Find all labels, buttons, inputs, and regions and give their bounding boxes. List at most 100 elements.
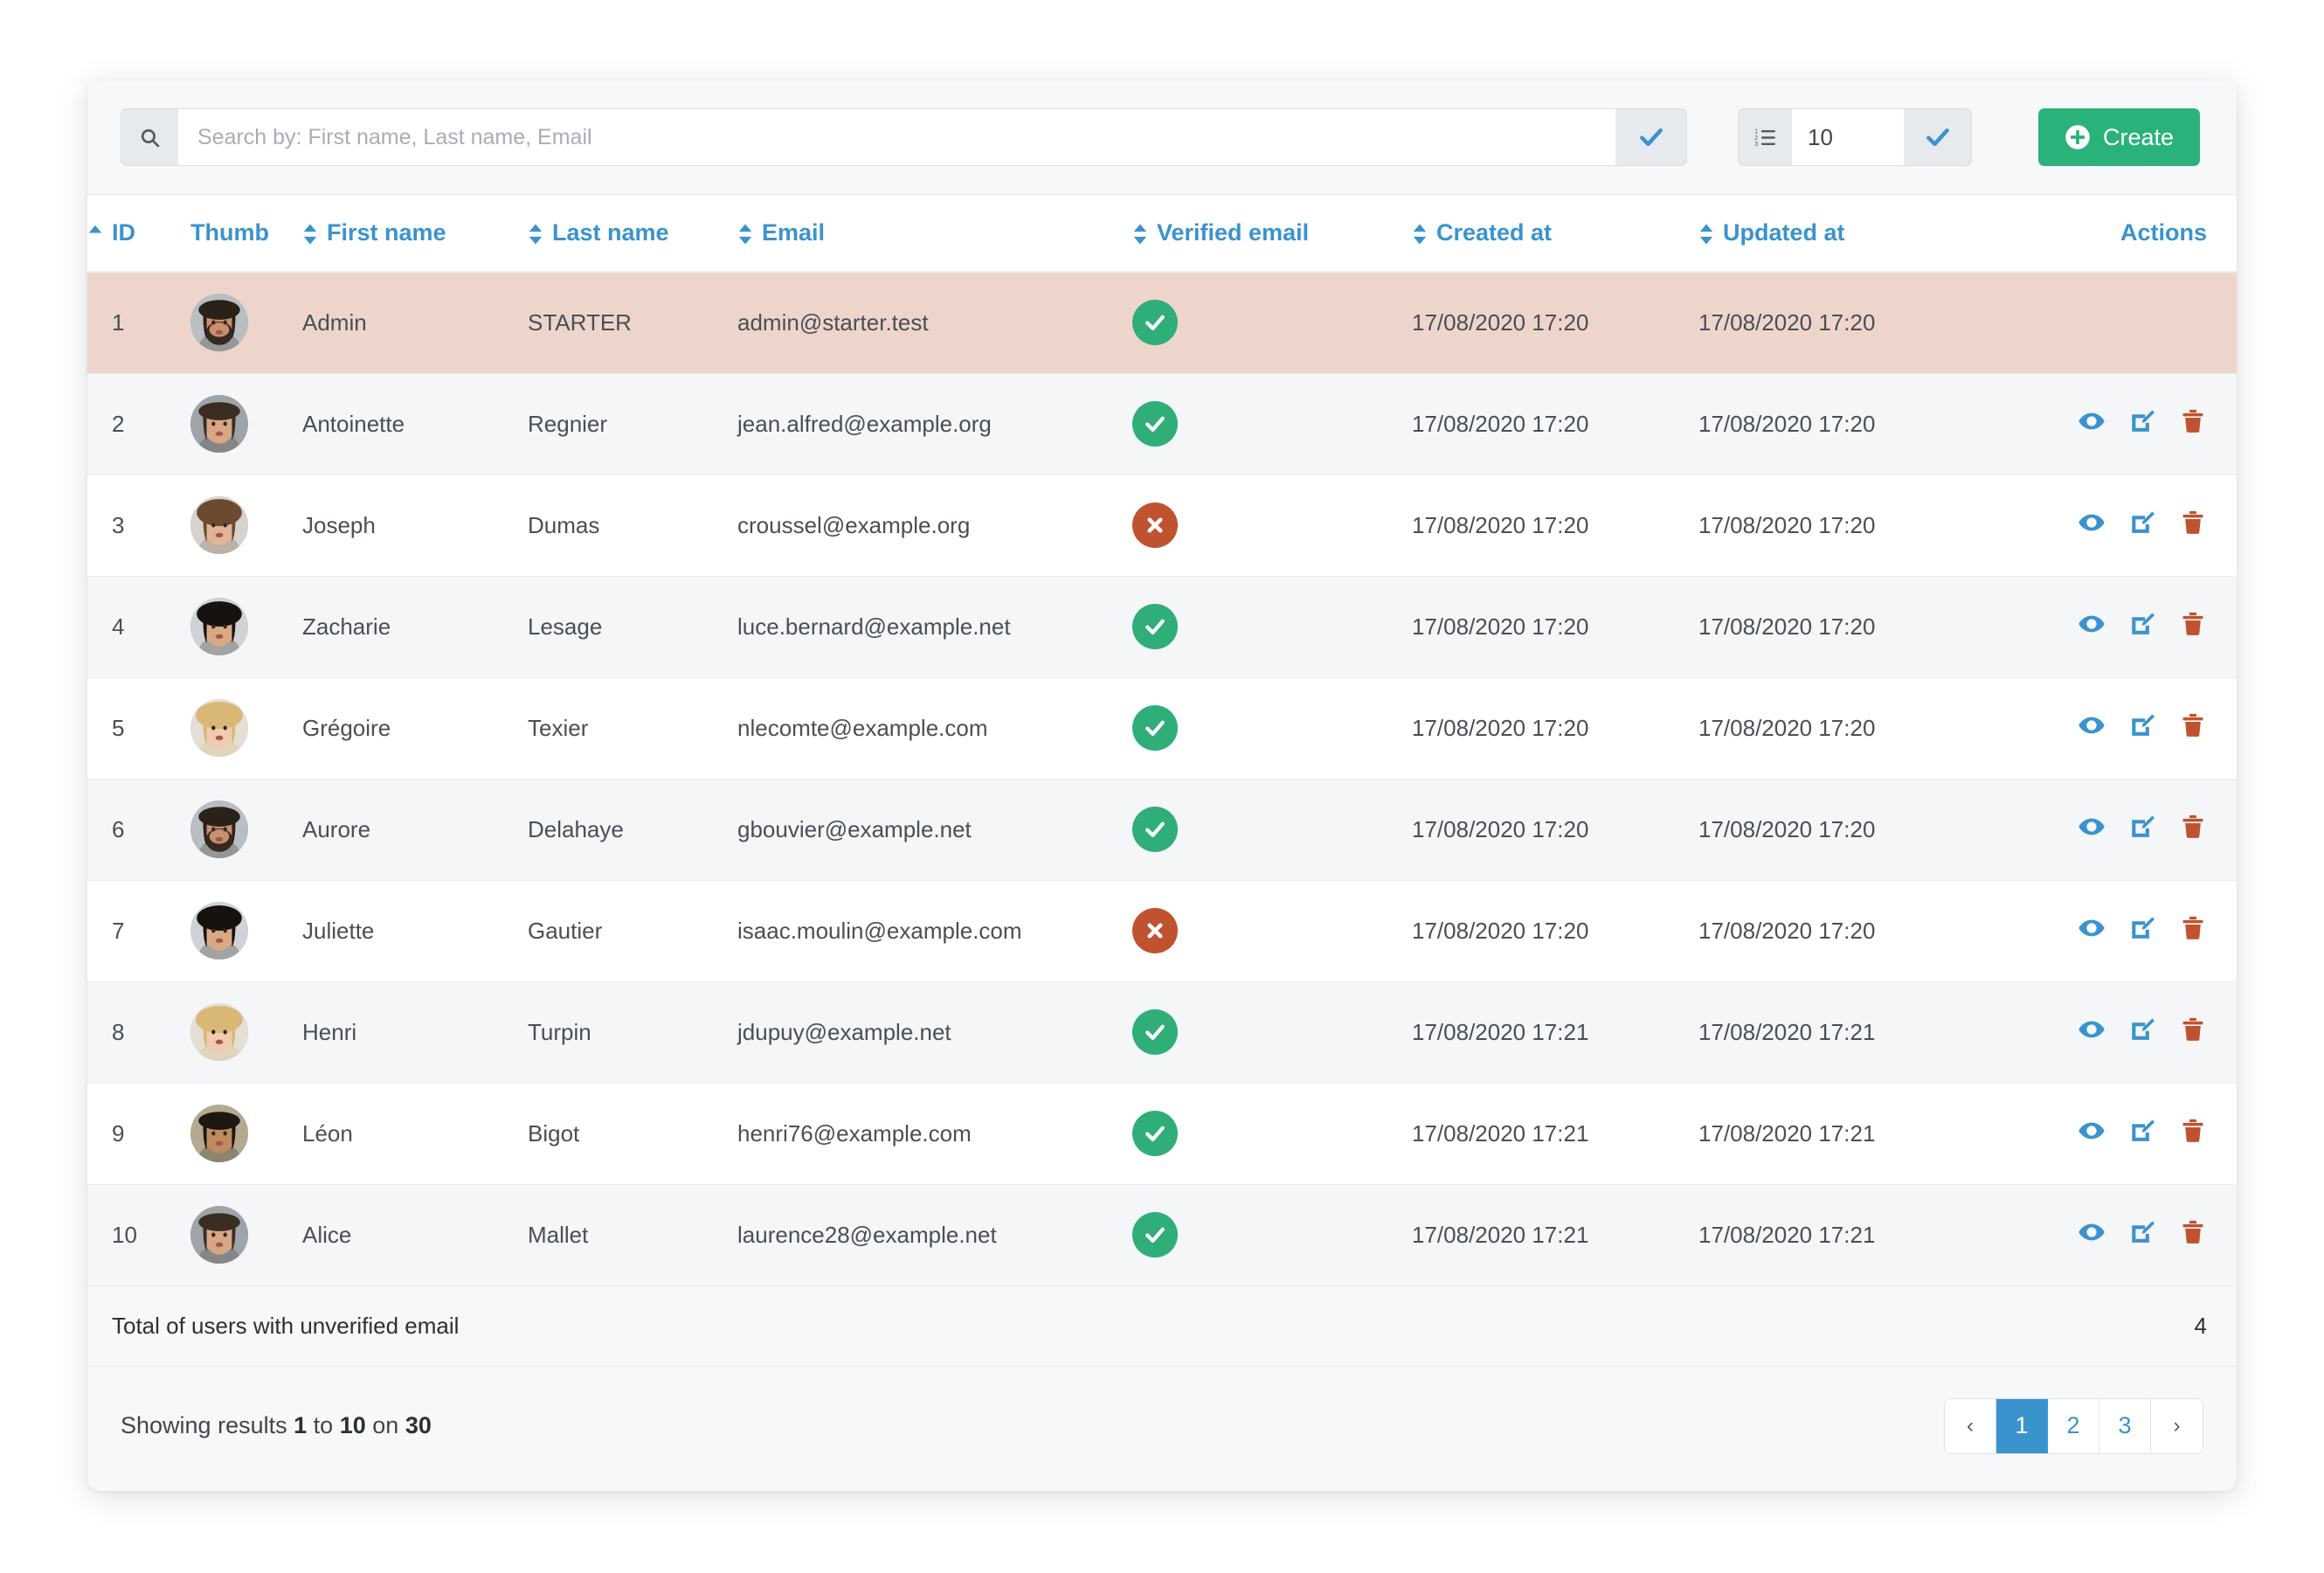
delete-action[interactable] <box>2179 813 2207 841</box>
cell-verified-email <box>1132 272 1412 373</box>
edit-action[interactable] <box>2128 1117 2156 1145</box>
cell-created-at: 17/08/2020 17:20 <box>1412 677 1698 779</box>
edit-action[interactable] <box>2128 509 2156 537</box>
pagination-prev[interactable]: ‹ <box>1945 1399 1996 1453</box>
column-header-last-name[interactable]: Last name <box>528 195 737 272</box>
view-action[interactable] <box>2078 1218 2106 1246</box>
create-button[interactable]: Create <box>2038 108 2200 166</box>
cell-verified-email <box>1132 1083 1412 1184</box>
cell-thumb <box>190 373 302 475</box>
cell-actions <box>1987 475 2237 576</box>
edit-action[interactable] <box>2128 711 2156 739</box>
table-row[interactable]: 9 LéonBigothenri76@example.com17/08/2020… <box>87 1083 2237 1184</box>
per-page-group: 1 2 3 <box>1738 108 1972 166</box>
cell-first-name: Grégoire <box>302 677 528 779</box>
view-action[interactable] <box>2078 1117 2106 1145</box>
avatar <box>190 395 248 453</box>
column-header-verified-email[interactable]: Verified email <box>1132 195 1412 272</box>
cell-last-name: Bigot <box>528 1083 737 1184</box>
column-header-created-at[interactable]: Created at <box>1412 195 1698 272</box>
cell-verified-email <box>1132 576 1412 677</box>
sort-both-icon <box>1412 223 1428 246</box>
table-header: ID Thumb First name Last name <box>87 195 2237 272</box>
cell-thumb <box>190 880 302 981</box>
table-row[interactable]: 7 JulietteGautierisaac.moulin@example.co… <box>87 880 2237 981</box>
per-page-input[interactable] <box>1792 108 1904 166</box>
view-action[interactable] <box>2078 610 2106 638</box>
edit-action[interactable] <box>2128 1015 2156 1043</box>
cell-first-name: Henri <box>302 981 528 1083</box>
cell-thumb <box>190 475 302 576</box>
cell-actions <box>1987 981 2237 1083</box>
cell-email: jdupuy@example.net <box>737 981 1132 1083</box>
pagination-page-2[interactable]: 2 <box>2048 1399 2099 1453</box>
table-row[interactable]: 3 JosephDumascroussel@example.org17/08/2… <box>87 475 2237 576</box>
showing-results-text: Showing results 1 to 10 on 30 <box>121 1412 432 1439</box>
avatar <box>190 1105 248 1162</box>
table-row[interactable]: 6 AuroreDelahayegbouvier@example.net17/0… <box>87 779 2237 880</box>
cell-id: 4 <box>87 576 190 677</box>
edit-action[interactable] <box>2128 1218 2156 1246</box>
search-input[interactable] <box>178 108 1615 166</box>
table-row[interactable]: 4 ZacharieLesageluce.bernard@example.net… <box>87 576 2237 677</box>
cell-actions <box>1987 1184 2237 1285</box>
delete-action[interactable] <box>2179 1117 2207 1145</box>
view-action[interactable] <box>2078 509 2106 537</box>
pagination-page-3[interactable]: 3 <box>2099 1399 2151 1453</box>
per-page-confirm-button[interactable] <box>1904 108 1972 166</box>
cell-verified-email <box>1132 981 1412 1083</box>
view-action[interactable] <box>2078 711 2106 739</box>
pagination-page-1[interactable]: 1 <box>1996 1399 2048 1453</box>
cell-id: 3 <box>87 475 190 576</box>
cell-updated-at: 17/08/2020 17:20 <box>1698 373 1987 475</box>
pagination-next[interactable]: › <box>2151 1399 2203 1453</box>
verified-badge <box>1132 300 1178 345</box>
cell-first-name: Zacharie <box>302 576 528 677</box>
avatar <box>190 800 248 858</box>
column-header-id[interactable]: ID <box>87 195 190 272</box>
verified-badge <box>1132 1111 1178 1156</box>
edit-action[interactable] <box>2128 813 2156 841</box>
showing-mid: to <box>314 1412 334 1438</box>
view-action[interactable] <box>2078 813 2106 841</box>
pagination: ‹123› <box>1944 1398 2203 1454</box>
cell-verified-email <box>1132 1184 1412 1285</box>
total-row: Total of users with unverified email 4 <box>87 1285 2237 1366</box>
delete-action[interactable] <box>2179 711 2207 739</box>
delete-action[interactable] <box>2179 1015 2207 1043</box>
cell-actions <box>1987 373 2237 475</box>
column-header-updated-at[interactable]: Updated at <box>1698 195 1987 272</box>
table-row[interactable]: 8 HenriTurpinjdupuy@example.net17/08/202… <box>87 981 2237 1083</box>
cell-created-at: 17/08/2020 17:21 <box>1412 1083 1698 1184</box>
view-action[interactable] <box>2078 407 2106 435</box>
cell-thumb <box>190 779 302 880</box>
edit-action[interactable] <box>2128 914 2156 942</box>
toolbar: 1 2 3 Create <box>87 80 2237 195</box>
cell-thumb <box>190 272 302 373</box>
delete-action[interactable] <box>2179 1218 2207 1246</box>
cell-first-name: Joseph <box>302 475 528 576</box>
cell-updated-at: 17/08/2020 17:21 <box>1698 1184 1987 1285</box>
delete-action[interactable] <box>2179 407 2207 435</box>
column-header-first-name[interactable]: First name <box>302 195 528 272</box>
search-confirm-button[interactable] <box>1615 108 1687 166</box>
delete-action[interactable] <box>2179 509 2207 537</box>
column-header-actions-label: Actions <box>2120 219 2207 246</box>
table-row[interactable]: 1 AdminSTARTERadmin@starter.test17/08/20… <box>87 272 2237 373</box>
delete-action[interactable] <box>2179 610 2207 638</box>
column-header-actions: Actions <box>1987 195 2237 272</box>
edit-action[interactable] <box>2128 610 2156 638</box>
table-row[interactable]: 2 AntoinetteRegnierjean.alfred@example.o… <box>87 373 2237 475</box>
avatar <box>190 496 248 554</box>
cell-actions <box>1987 1083 2237 1184</box>
cell-created-at: 17/08/2020 17:20 <box>1412 373 1698 475</box>
column-header-thumb-label: Thumb <box>190 219 269 246</box>
table-row[interactable]: 10 AliceMalletlaurence28@example.net17/0… <box>87 1184 2237 1285</box>
delete-action[interactable] <box>2179 914 2207 942</box>
table-row[interactable]: 5 GrégoireTexiernlecomte@example.com17/0… <box>87 677 2237 779</box>
edit-action[interactable] <box>2128 407 2156 435</box>
unverified-badge <box>1132 502 1178 548</box>
view-action[interactable] <box>2078 914 2106 942</box>
view-action[interactable] <box>2078 1015 2106 1043</box>
column-header-email[interactable]: Email <box>737 195 1132 272</box>
